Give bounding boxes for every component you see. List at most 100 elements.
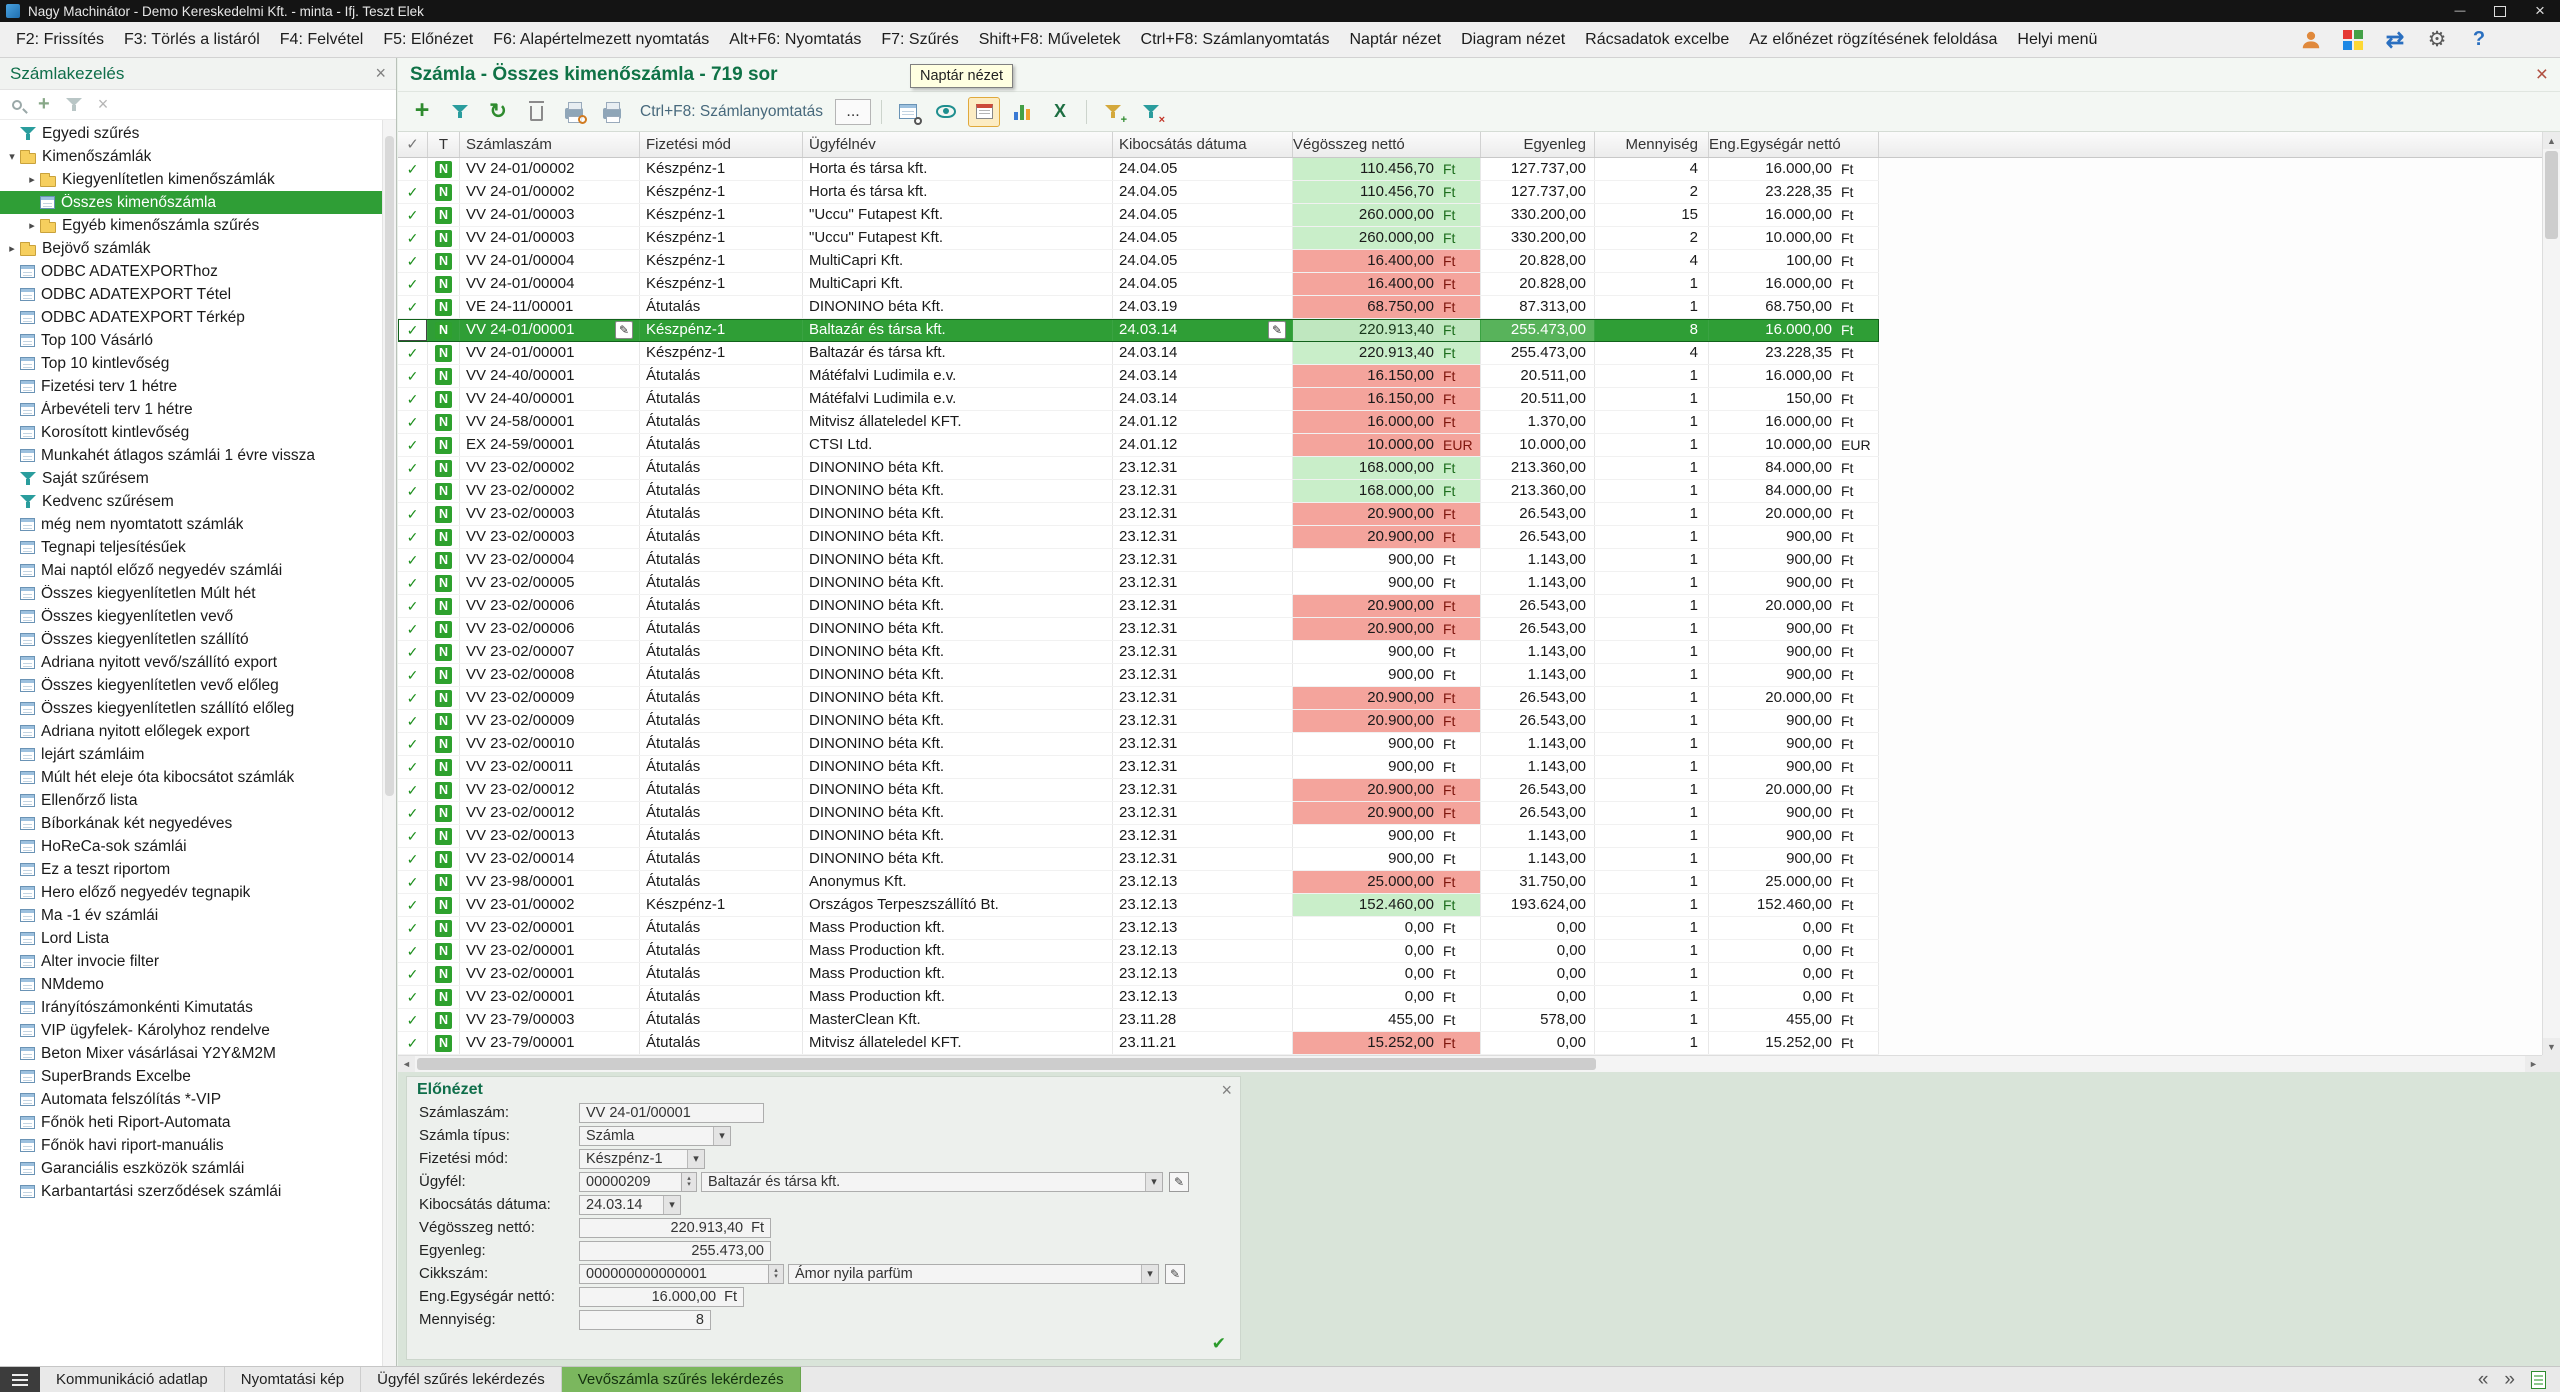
sidebar-item[interactable]: Fizetési terv 1 hétre <box>0 375 382 398</box>
expand-arrow-icon[interactable]: ▸ <box>4 242 20 255</box>
diagram-view-button[interactable] <box>1006 97 1038 127</box>
row-checkbox[interactable]: ✓ <box>398 825 428 847</box>
table-row[interactable]: ✓NVV 23-02/00006ÁtutalásDINONINO béta Kf… <box>398 595 1879 618</box>
refresh-button[interactable] <box>482 97 514 127</box>
table-row[interactable]: ✓NVV 23-02/00007ÁtutalásDINONINO béta Kf… <box>398 641 1879 664</box>
edit-pencil-icon[interactable] <box>615 321 633 339</box>
customer-code-input[interactable]: 00000209 <box>579 1172 682 1192</box>
table-row[interactable]: ✓NVV 23-02/00003ÁtutalásDINONINO béta Kf… <box>398 503 1879 526</box>
print-preview-button[interactable] <box>558 97 590 127</box>
more-button[interactable]: ... <box>835 99 871 125</box>
item-select[interactable]: Ámor nyila parfüm <box>788 1264 1159 1284</box>
table-row[interactable]: ✓NVV 23-01/00002Készpénz-1Országos Terpe… <box>398 894 1879 917</box>
table-row[interactable]: ✓NVV 23-02/00014ÁtutalásDINONINO béta Kf… <box>398 848 1879 871</box>
column-header[interactable]: Végösszeg nettó <box>1293 132 1481 157</box>
sidebar-item[interactable]: Automata felszólítás *-VIP <box>0 1088 382 1111</box>
table-row[interactable]: ✓NVV 23-02/00001ÁtutalásMass Production … <box>398 940 1879 963</box>
column-header[interactable]: ✓ <box>398 132 428 157</box>
maximize-button[interactable] <box>2480 0 2520 22</box>
scroll-left-icon[interactable] <box>398 1056 415 1072</box>
invoice-type-select[interactable]: Számla <box>579 1126 731 1146</box>
sidebar-item[interactable]: Adriana nyitott vevő/szállító export <box>0 651 382 674</box>
sidebar-item[interactable]: Karbantartási szerződések számlái <box>0 1180 382 1203</box>
vertical-scrollbar[interactable] <box>2542 132 2560 1055</box>
row-checkbox[interactable]: ✓ <box>398 319 428 341</box>
table-row[interactable]: ✓NVV 24-40/00001ÁtutalásMátéfalvi Ludimi… <box>398 388 1879 411</box>
sidebar-item[interactable]: VIP ügyfelek- Károlyhoz rendelve <box>0 1019 382 1042</box>
spinner-icon[interactable] <box>682 1172 697 1192</box>
sidebar-item[interactable]: Főnök havi riport-manuális <box>0 1134 382 1157</box>
table-row[interactable]: ✓NVV 23-02/00005ÁtutalásDINONINO béta Kf… <box>398 572 1879 595</box>
statusbar-menu-button[interactable] <box>0 1367 40 1392</box>
row-checkbox[interactable]: ✓ <box>398 848 428 870</box>
table-row[interactable]: ✓NVV 23-02/00008ÁtutalásDINONINO béta Kf… <box>398 664 1879 687</box>
edit-pencil-icon[interactable] <box>1169 1172 1189 1192</box>
row-checkbox[interactable]: ✓ <box>398 480 428 502</box>
table-row[interactable]: ✓NVV 23-02/00012ÁtutalásDINONINO béta Kf… <box>398 802 1879 825</box>
row-checkbox[interactable]: ✓ <box>398 572 428 594</box>
sidebar-item[interactable]: Ez a teszt riportom <box>0 858 382 881</box>
menu-item[interactable]: F5: Előnézet <box>373 31 483 49</box>
table-row[interactable]: ✓NVV 23-02/00013ÁtutalásDINONINO béta Kf… <box>398 825 1879 848</box>
row-checkbox[interactable]: ✓ <box>398 250 428 272</box>
sidebar-item[interactable]: Hero előző negyedév tegnapik <box>0 881 382 904</box>
row-checkbox[interactable]: ✓ <box>398 181 428 203</box>
menu-item[interactable]: Helyi menü <box>2007 31 2107 49</box>
expand-arrow-icon[interactable]: ▸ <box>24 219 40 232</box>
table-row[interactable]: ✓NVV 23-02/00006ÁtutalásDINONINO béta Kf… <box>398 618 1879 641</box>
sidebar-item[interactable]: HoReCa-sok számlái <box>0 835 382 858</box>
column-header[interactable]: Számlaszám <box>460 132 640 157</box>
collapse-arrow-icon[interactable]: ▾ <box>4 150 20 163</box>
grid-search-button[interactable] <box>892 97 924 127</box>
sidebar-item[interactable]: Top 10 kintlevőség <box>0 352 382 375</box>
sidebar-item[interactable]: Adriana nyitott előlegek export <box>0 720 382 743</box>
sidebar-item[interactable]: Összes kiegyenlítetlen vevő előleg <box>0 674 382 697</box>
quantity-input[interactable]: 8 <box>579 1310 711 1330</box>
excel-export-button[interactable] <box>1044 97 1076 127</box>
row-checkbox[interactable]: ✓ <box>398 549 428 571</box>
sidebar-item[interactable]: Korosított kintlevőség <box>0 421 382 444</box>
edit-pencil-icon[interactable] <box>1268 321 1286 339</box>
sidebar-item[interactable]: ODBC ADATEXPORT Tétel <box>0 283 382 306</box>
table-row[interactable]: ✓NVV 23-79/00001ÁtutalásMitvisz állatele… <box>398 1032 1879 1055</box>
sidebar-item[interactable]: Mai naptól előző negyedév számlái <box>0 559 382 582</box>
search-icon[interactable] <box>12 100 22 110</box>
table-row[interactable]: ✓NVV 23-79/00003ÁtutalásMasterClean Kft.… <box>398 1009 1879 1032</box>
table-row[interactable]: ✓NVV 23-02/00010ÁtutalásDINONINO béta Kf… <box>398 733 1879 756</box>
row-checkbox[interactable]: ✓ <box>398 687 428 709</box>
table-row[interactable]: ✓NVV 23-02/00009ÁtutalásDINONINO béta Kf… <box>398 710 1879 733</box>
sidebar-item[interactable]: ODBC ADATEXPORT Térkép <box>0 306 382 329</box>
column-header[interactable]: Eng.Egységár nettó <box>1709 132 1879 157</box>
sidebar-item[interactable]: Összes kiegyenlítetlen szállító előleg <box>0 697 382 720</box>
menu-item[interactable]: Diagram nézet <box>1451 31 1575 49</box>
row-checkbox[interactable]: ✓ <box>398 664 428 686</box>
sidebar-item[interactable]: ▸Bejövő számlák <box>0 237 382 260</box>
table-row[interactable]: ✓NVV 23-02/00004ÁtutalásDINONINO béta Kf… <box>398 549 1879 572</box>
row-checkbox[interactable]: ✓ <box>398 503 428 525</box>
menu-item[interactable]: Alt+F6: Nyomtatás <box>719 31 871 49</box>
table-row[interactable]: ✓NVV 23-02/00001ÁtutalásMass Production … <box>398 963 1879 986</box>
document-icon[interactable] <box>2531 1371 2546 1389</box>
menu-item[interactable]: Shift+F8: Műveletek <box>969 31 1131 49</box>
modules-grid-icon[interactable] <box>2338 26 2368 54</box>
scrollbar-thumb[interactable] <box>385 136 394 796</box>
sidebar-scrollbar[interactable] <box>382 120 396 1366</box>
table-row[interactable]: ✓NVV 24-01/00003Készpénz-1"Uccu" Futapes… <box>398 204 1879 227</box>
sidebar-item[interactable]: SuperBrands Excelbe <box>0 1065 382 1088</box>
print-button[interactable] <box>596 97 628 127</box>
menu-item[interactable]: F4: Felvétel <box>270 31 374 49</box>
table-row[interactable]: ✓NVV 23-02/00003ÁtutalásDINONINO béta Kf… <box>398 526 1879 549</box>
statusbar-tab[interactable]: Vevőszámla szűrés lekérdezés <box>562 1367 801 1392</box>
scroll-down-icon[interactable] <box>2543 1038 2560 1055</box>
row-checkbox[interactable]: ✓ <box>398 710 428 732</box>
column-header[interactable]: T <box>428 132 460 157</box>
total-net-input[interactable]: 220.913,40Ft <box>579 1218 771 1238</box>
table-row[interactable]: ✓NVV 24-01/00002Készpénz-1Horta és társa… <box>398 158 1879 181</box>
table-row[interactable]: ✓NVV 24-01/00003Készpénz-1"Uccu" Futapes… <box>398 227 1879 250</box>
menu-item[interactable]: F7: Szűrés <box>871 31 968 49</box>
item-code-input[interactable]: 000000000000001 <box>579 1264 769 1284</box>
table-row[interactable]: ✓NVV 24-01/00001Készpénz-1Baltazár és tá… <box>398 319 1879 342</box>
row-checkbox[interactable]: ✓ <box>398 457 428 479</box>
table-row[interactable]: ✓NVV 24-58/00001ÁtutalásMitvisz állatele… <box>398 411 1879 434</box>
calendar-view-button[interactable] <box>968 97 1000 127</box>
